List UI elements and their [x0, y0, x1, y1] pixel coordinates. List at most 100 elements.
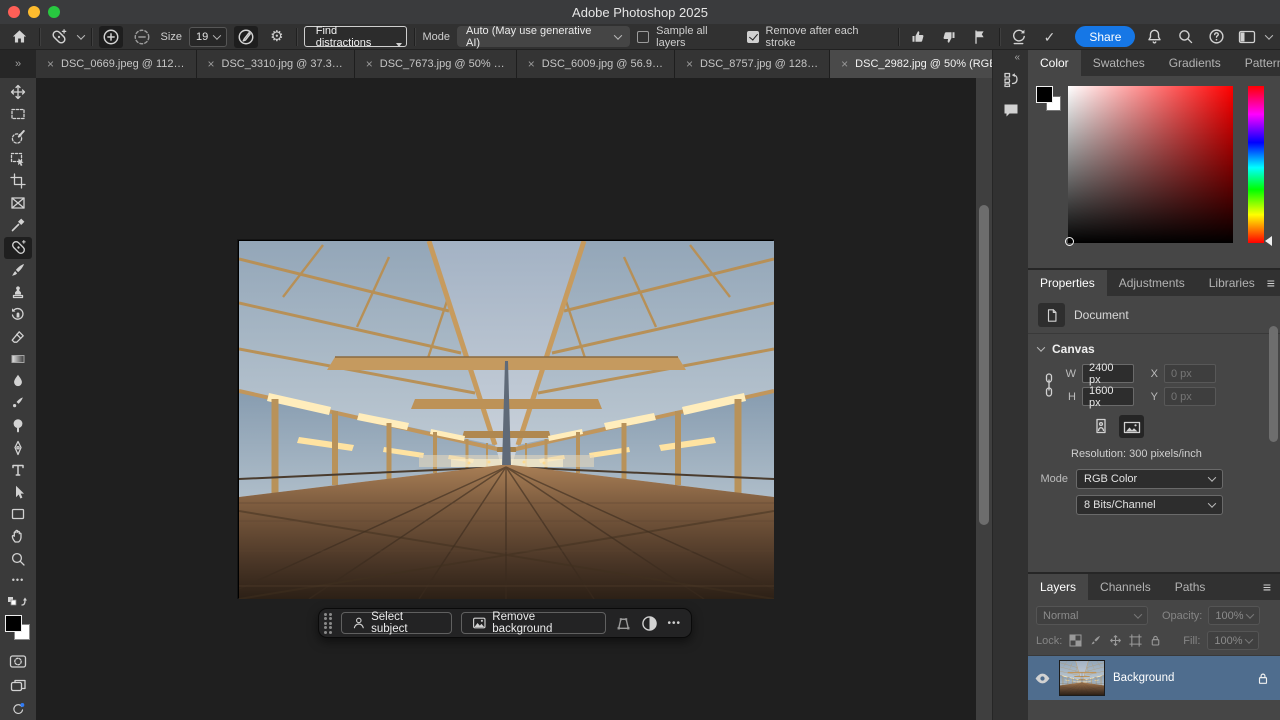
marquee-tool[interactable] — [4, 103, 32, 125]
find-distractions-button[interactable]: Find distractions — [304, 26, 408, 47]
frame-tool[interactable] — [4, 192, 32, 214]
lock-image-icon[interactable] — [1089, 634, 1102, 647]
document-tab[interactable]: × DSC_0669.jpeg @ 112… — [36, 50, 197, 78]
smudge-tool[interactable] — [4, 392, 32, 414]
hue-slider-arrow[interactable] — [1265, 236, 1272, 246]
bit-depth-dropdown[interactable]: 8 Bits/Channel — [1076, 495, 1223, 515]
lock-artboard-icon[interactable] — [1129, 634, 1142, 647]
rectangle-tool[interactable] — [4, 503, 32, 525]
blur-tool[interactable] — [4, 370, 32, 392]
tab-properties[interactable]: Properties — [1028, 270, 1107, 296]
document-tab[interactable]: × DSC_8757.jpg @ 128… — [675, 50, 830, 78]
crop-tool[interactable] — [4, 170, 32, 192]
remove-background-button[interactable]: Remove background — [461, 612, 607, 634]
workspace-switcher-icon[interactable] — [1235, 26, 1259, 48]
path-selection-tool[interactable] — [4, 481, 32, 503]
commit-check-icon[interactable]: ✓ — [1037, 26, 1061, 48]
search-icon[interactable] — [1173, 26, 1197, 48]
spot-healing-brush-tool[interactable] — [4, 237, 32, 259]
collapse-panels-icon[interactable]: « — [1014, 50, 1028, 67]
color-panel-fg-bg-swatches[interactable] — [1036, 86, 1066, 116]
screen-mode-button[interactable] — [4, 675, 32, 697]
document-tab[interactable]: × DSC_6009.jpg @ 56.9… — [517, 50, 675, 78]
color-field-cursor[interactable] — [1065, 237, 1074, 246]
minimize-button[interactable] — [28, 6, 40, 18]
mode-dropdown[interactable]: Auto (May use generative AI) — [457, 26, 630, 47]
close-icon[interactable]: × — [208, 57, 215, 71]
comments-panel-icon[interactable] — [997, 97, 1025, 123]
portrait-orientation-button[interactable] — [1088, 415, 1113, 438]
spot-healing-tool-preset-icon[interactable] — [47, 26, 71, 48]
opacity-value-dropdown[interactable]: 100% — [1208, 606, 1260, 625]
tab-patterns[interactable]: Patterns — [1233, 50, 1280, 76]
canvas-vertical-scrollbar[interactable] — [976, 78, 992, 720]
foreground-color-swatch[interactable] — [1036, 86, 1053, 103]
hand-tool[interactable] — [4, 525, 32, 547]
lock-transparency-icon[interactable] — [1069, 634, 1082, 647]
edit-toolbar-ellipsis[interactable]: ••• — [4, 570, 32, 592]
document-tab[interactable]: × DSC_7673.jpg @ 50% … — [355, 50, 517, 78]
type-tool[interactable] — [4, 459, 32, 481]
tab-layers[interactable]: Layers — [1028, 574, 1088, 600]
lasso-tool[interactable] — [4, 125, 32, 147]
close-button[interactable] — [8, 6, 20, 18]
history-panel-icon[interactable] — [997, 67, 1025, 93]
close-icon[interactable]: × — [528, 57, 535, 71]
blend-mode-dropdown[interactable]: Normal — [1036, 606, 1148, 625]
properties-scrollbar-thumb[interactable] — [1269, 326, 1278, 442]
thumbs-up-icon[interactable] — [906, 26, 930, 48]
remove-after-each-stroke-checkbox[interactable] — [747, 31, 759, 43]
tab-swatches[interactable]: Swatches — [1081, 50, 1157, 76]
layer-visibility-eye-icon[interactable] — [1034, 671, 1051, 686]
clone-stamp-tool[interactable] — [4, 281, 32, 303]
share-button[interactable]: Share — [1075, 26, 1135, 47]
quick-mask-button[interactable] — [4, 650, 32, 672]
document-canvas-image[interactable] — [238, 240, 773, 598]
tab-paths[interactable]: Paths — [1163, 574, 1218, 600]
lock-position-icon[interactable] — [1109, 634, 1122, 647]
brush-settings-button[interactable] — [234, 26, 258, 48]
layer-thumbnail[interactable] — [1059, 660, 1105, 696]
adjustments-contrast-icon[interactable] — [641, 615, 658, 632]
history-brush-tool[interactable] — [4, 303, 32, 325]
thumbs-down-icon[interactable] — [937, 26, 961, 48]
home-button[interactable] — [8, 26, 32, 48]
foreground-color-swatch[interactable] — [5, 615, 22, 632]
saturation-brightness-field[interactable] — [1068, 86, 1233, 243]
hue-slider[interactable] — [1248, 86, 1264, 243]
scrollbar-thumb[interactable] — [979, 205, 989, 525]
fill-value-dropdown[interactable]: 100% — [1207, 631, 1259, 650]
close-icon[interactable]: × — [47, 57, 54, 71]
move-tool[interactable] — [4, 81, 32, 103]
size-dropdown[interactable]: 19 — [189, 27, 227, 47]
gradient-tool[interactable] — [4, 348, 32, 370]
layer-row-background[interactable]: Background — [1028, 656, 1280, 700]
subtract-from-selection-button[interactable] — [130, 26, 154, 48]
add-to-selection-button[interactable] — [99, 26, 123, 48]
link-dimensions-icon[interactable] — [1042, 364, 1056, 406]
chevron-down-icon[interactable] — [1265, 31, 1273, 39]
flag-icon[interactable] — [968, 26, 992, 48]
notifications-bell-icon[interactable] — [1142, 26, 1166, 48]
pen-tool[interactable] — [4, 437, 32, 459]
contextual-taskbar[interactable]: Select subject Remove background ••• — [318, 608, 692, 638]
dodge-tool[interactable] — [4, 414, 32, 436]
tab-libraries[interactable]: Libraries — [1197, 270, 1267, 296]
select-subject-button[interactable]: Select subject — [341, 612, 452, 634]
more-options-ellipsis[interactable]: ••• — [667, 617, 681, 629]
transform-icon[interactable] — [615, 615, 632, 632]
gear-icon[interactable]: ⚙ — [265, 26, 289, 48]
reset-icon[interactable] — [1007, 26, 1031, 48]
eyedropper-tool[interactable] — [4, 214, 32, 236]
brush-tool[interactable] — [4, 259, 32, 281]
panel-menu-icon[interactable]: ≡ — [1267, 270, 1280, 296]
zoom-tool[interactable] — [4, 548, 32, 570]
close-icon[interactable]: × — [686, 57, 693, 71]
object-selection-tool[interactable] — [4, 148, 32, 170]
canvas-area[interactable]: Select subject Remove background ••• — [36, 78, 976, 720]
canvas-section-header[interactable]: Canvas — [1028, 334, 1280, 360]
taskbar-drag-handle[interactable] — [324, 613, 332, 634]
tab-adjustments[interactable]: Adjustments — [1107, 270, 1197, 296]
eraser-tool[interactable] — [4, 325, 32, 347]
color-mode-dropdown[interactable]: RGB Color — [1076, 469, 1223, 489]
